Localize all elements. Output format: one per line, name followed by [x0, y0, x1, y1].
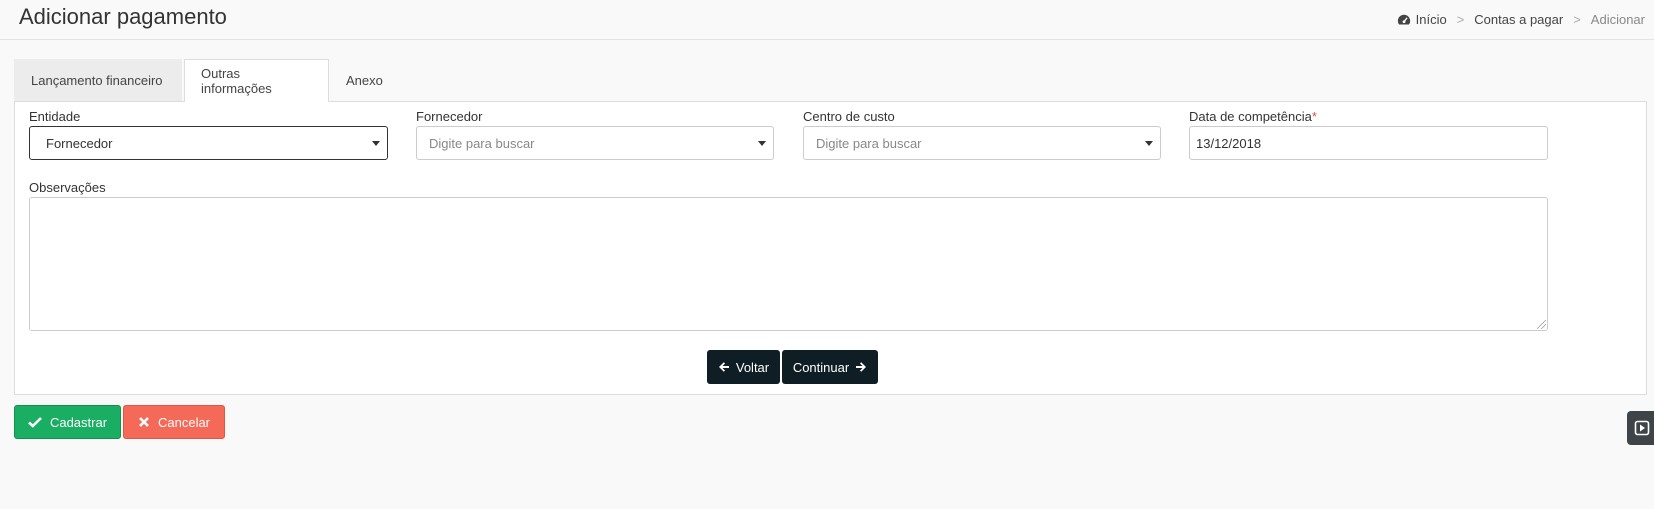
dashboard-icon	[1397, 14, 1410, 25]
observacoes-field: Observações	[29, 180, 1548, 332]
data-competencia-field: Data de competência* 13/12/2018	[1189, 109, 1548, 161]
cancelar-button-label: Cancelar	[157, 414, 211, 430]
entidade-field: Entidade Fornecedor	[29, 109, 388, 161]
centro-custo-select[interactable]: Digite para buscar	[803, 126, 1161, 160]
back-button-label: Voltar	[735, 359, 770, 375]
side-panel-toggle[interactable]	[1627, 411, 1654, 445]
cadastrar-button[interactable]: Cadastrar	[14, 405, 121, 439]
data-competencia-label: Data de competência*	[1189, 109, 1317, 124]
check-icon	[28, 417, 42, 428]
play-square-icon	[1634, 420, 1650, 436]
breadcrumb-section-link[interactable]: Contas a pagar	[1474, 12, 1563, 27]
breadcrumb: Início > Contas a pagar > Adicionar	[1397, 12, 1645, 27]
close-icon	[139, 417, 149, 427]
tab-lancamento-financeiro[interactable]: Lançamento financeiro	[14, 59, 182, 101]
continue-button-label: Continuar	[792, 359, 850, 375]
breadcrumb-home-link[interactable]: Início	[1416, 12, 1447, 27]
fornecedor-label: Fornecedor	[416, 109, 483, 124]
chevron-down-icon	[372, 141, 380, 146]
data-competencia-value: 13/12/2018	[1196, 135, 1262, 151]
breadcrumb-current: Adicionar	[1590, 12, 1645, 27]
tab-outras-informacoes[interactable]: Outras informações	[184, 59, 329, 102]
cadastrar-button-label: Cadastrar	[49, 414, 108, 430]
required-mark: *	[1311, 109, 1317, 124]
fornecedor-field: Fornecedor Digite para buscar	[416, 109, 774, 161]
back-button[interactable]: Voltar	[707, 350, 780, 384]
chevron-down-icon	[758, 141, 766, 146]
cancelar-button[interactable]: Cancelar	[123, 405, 225, 439]
observacoes-label: Observações	[29, 180, 106, 195]
form-panel: Entidade Fornecedor Fornecedor Digite pa…	[14, 101, 1647, 395]
breadcrumb-separator: >	[1456, 12, 1465, 27]
arrow-left-icon	[718, 362, 729, 372]
continue-button[interactable]: Continuar	[782, 350, 878, 384]
top-header: Adicionar pagamento Início > Contas a pa…	[0, 0, 1654, 40]
chevron-down-icon	[1145, 141, 1153, 146]
tab-bar: Lançamento financeiro Outras informações…	[14, 59, 389, 102]
fornecedor-placeholder: Digite para buscar	[429, 135, 535, 151]
centro-custo-field: Centro de custo Digite para buscar	[803, 109, 1161, 161]
data-competencia-input[interactable]: 13/12/2018	[1189, 126, 1548, 160]
entidade-label: Entidade	[29, 109, 81, 124]
breadcrumb-separator: >	[1573, 12, 1581, 27]
centro-custo-placeholder: Digite para buscar	[816, 135, 922, 151]
entidade-select[interactable]: Fornecedor	[29, 126, 388, 160]
arrow-right-icon	[856, 362, 867, 372]
resize-grip-icon[interactable]	[1537, 320, 1546, 329]
page-title: Adicionar pagamento	[19, 4, 227, 29]
observacoes-textarea[interactable]	[29, 197, 1548, 331]
tab-anexo[interactable]: Anexo	[329, 59, 389, 101]
fornecedor-select[interactable]: Digite para buscar	[416, 126, 774, 160]
entidade-value: Fornecedor	[46, 135, 113, 151]
centro-custo-label: Centro de custo	[803, 109, 895, 124]
